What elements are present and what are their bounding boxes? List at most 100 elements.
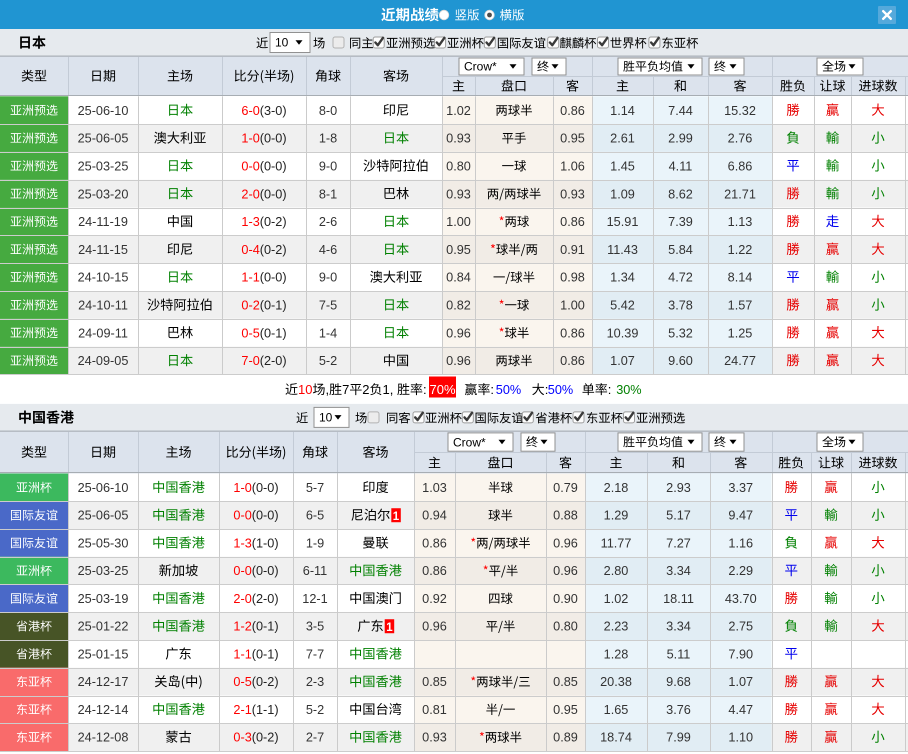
svg-text:2.99: 2.99 [668, 132, 693, 146]
svg-text:5.32: 5.32 [668, 326, 693, 340]
svg-text:7-7: 7-7 [306, 647, 324, 661]
svg-text:6-11: 6-11 [303, 564, 327, 578]
svg-text:1-9: 1-9 [306, 536, 324, 550]
svg-text:0.94: 0.94 [422, 509, 447, 523]
svg-text:2.75: 2.75 [728, 620, 753, 634]
svg-text:0.98: 0.98 [560, 271, 585, 285]
svg-text:2-0(2-0): 2-0(2-0) [233, 592, 278, 606]
svg-text:1-1(0-0): 1-1(0-0) [241, 271, 286, 285]
svg-text:25-06-10: 25-06-10 [78, 104, 129, 118]
svg-text::: : [423, 382, 427, 397]
svg-text:1.25: 1.25 [728, 326, 753, 340]
svg-text:2.61: 2.61 [610, 132, 635, 146]
svg-text:9.68: 9.68 [666, 675, 691, 689]
svg-text:4.47: 4.47 [728, 703, 753, 717]
svg-text:3-5: 3-5 [306, 620, 324, 634]
svg-text:3.34: 3.34 [666, 620, 691, 634]
svg-text:1-1(0-1): 1-1(0-1) [233, 647, 278, 661]
svg-text:,: , [325, 382, 329, 397]
svg-text:1: 1 [386, 622, 393, 634]
svg-text:0.93: 0.93 [422, 731, 447, 745]
svg-text:6-0(3-0): 6-0(3-0) [241, 104, 286, 118]
svg-text:50%: 50% [496, 383, 521, 397]
svg-text:24-11-15: 24-11-15 [78, 243, 128, 257]
svg-text:5.42: 5.42 [610, 299, 635, 313]
svg-text:7: 7 [342, 382, 349, 397]
svg-text:7.99: 7.99 [666, 731, 691, 745]
svg-text:3.37: 3.37 [728, 481, 753, 495]
svg-text:2.93: 2.93 [666, 481, 691, 495]
svg-text:20.38: 20.38 [600, 675, 632, 689]
svg-text:24-12-17: 24-12-17 [78, 675, 129, 689]
svg-text:7.27: 7.27 [666, 536, 691, 550]
svg-text:1-2(0-1): 1-2(0-1) [233, 620, 278, 634]
svg-text:0.86: 0.86 [422, 536, 447, 550]
svg-text:10.39: 10.39 [607, 326, 639, 340]
svg-text:2.80: 2.80 [604, 564, 629, 578]
svg-text:15.32: 15.32 [724, 104, 756, 118]
svg-text:1,: 1, [383, 382, 394, 397]
svg-text:2.29: 2.29 [728, 564, 753, 578]
svg-text:0.86: 0.86 [560, 354, 585, 368]
svg-text:0.90: 0.90 [553, 592, 578, 606]
svg-text:0.85: 0.85 [553, 675, 578, 689]
svg-text:15.91: 15.91 [607, 215, 639, 229]
svg-text:3.78: 3.78 [668, 299, 693, 313]
svg-text:0.86: 0.86 [422, 564, 447, 578]
svg-text:24-10-15: 24-10-15 [78, 271, 129, 285]
svg-text:11.43: 11.43 [607, 243, 638, 257]
svg-text:2.23: 2.23 [604, 620, 629, 634]
svg-text:1.34: 1.34 [610, 271, 635, 285]
svg-text:10: 10 [298, 382, 312, 397]
svg-text:1.22: 1.22 [728, 243, 753, 257]
svg-text:9.47: 9.47 [728, 509, 753, 523]
svg-text:9.60: 9.60 [668, 354, 693, 368]
svg-text:24-11-19: 24-11-19 [78, 215, 128, 229]
svg-text:2-7: 2-7 [306, 731, 324, 745]
svg-text:7.39: 7.39 [668, 215, 693, 229]
svg-text:0.88: 0.88 [553, 509, 578, 523]
svg-text:11.77: 11.77 [601, 536, 632, 550]
svg-text:0.96: 0.96 [553, 536, 578, 550]
svg-text:0.95: 0.95 [560, 132, 585, 146]
svg-text:5-7: 5-7 [306, 481, 324, 495]
svg-text:8.62: 8.62 [668, 187, 693, 201]
svg-text:50%: 50% [548, 383, 573, 397]
svg-text:24.77: 24.77 [724, 354, 756, 368]
svg-text:2.76: 2.76 [728, 132, 753, 146]
svg-text:30%: 30% [616, 383, 641, 397]
svg-text:0.93: 0.93 [560, 187, 585, 201]
svg-text:0-5(0-1): 0-5(0-1) [241, 326, 286, 340]
svg-text:7-0(2-0): 7-0(2-0) [241, 354, 286, 368]
svg-text:0.86: 0.86 [560, 215, 585, 229]
svg-text:1.06: 1.06 [560, 159, 585, 173]
svg-text:1-0(0-0): 1-0(0-0) [233, 481, 278, 495]
svg-text:25-03-25: 25-03-25 [78, 159, 129, 173]
svg-text:1.16: 1.16 [728, 536, 753, 550]
svg-text:0.85: 0.85 [422, 675, 447, 689]
svg-text:0-0(0-0): 0-0(0-0) [233, 564, 278, 578]
svg-text:25-01-22: 25-01-22 [78, 620, 129, 634]
svg-text:25-01-15: 25-01-15 [78, 647, 129, 661]
svg-text:Crow*: Crow* [453, 435, 486, 449]
svg-text:0.96: 0.96 [553, 564, 578, 578]
svg-text:9-0: 9-0 [319, 271, 337, 285]
svg-text:25-03-19: 25-03-19 [78, 592, 129, 606]
svg-text:0.80: 0.80 [553, 620, 578, 634]
svg-text:1.57: 1.57 [728, 299, 753, 313]
svg-text:12-1: 12-1 [302, 592, 327, 606]
svg-text:1.13: 1.13 [728, 215, 753, 229]
svg-text:9-0: 9-0 [319, 159, 337, 173]
svg-text:2-6: 2-6 [319, 215, 337, 229]
svg-text:2: 2 [362, 382, 369, 397]
svg-text:0.82: 0.82 [446, 299, 471, 313]
svg-text:0.86: 0.86 [560, 326, 585, 340]
svg-text:0.95: 0.95 [446, 243, 471, 257]
svg-text:25-03-20: 25-03-20 [78, 187, 129, 201]
svg-text:3.34: 3.34 [666, 564, 691, 578]
svg-text:1-8: 1-8 [319, 132, 337, 146]
svg-text:1: 1 [393, 511, 400, 523]
svg-text:1.45: 1.45 [610, 159, 635, 173]
svg-text:0.95: 0.95 [553, 703, 578, 717]
svg-text:1-3(0-2): 1-3(0-2) [241, 215, 286, 229]
